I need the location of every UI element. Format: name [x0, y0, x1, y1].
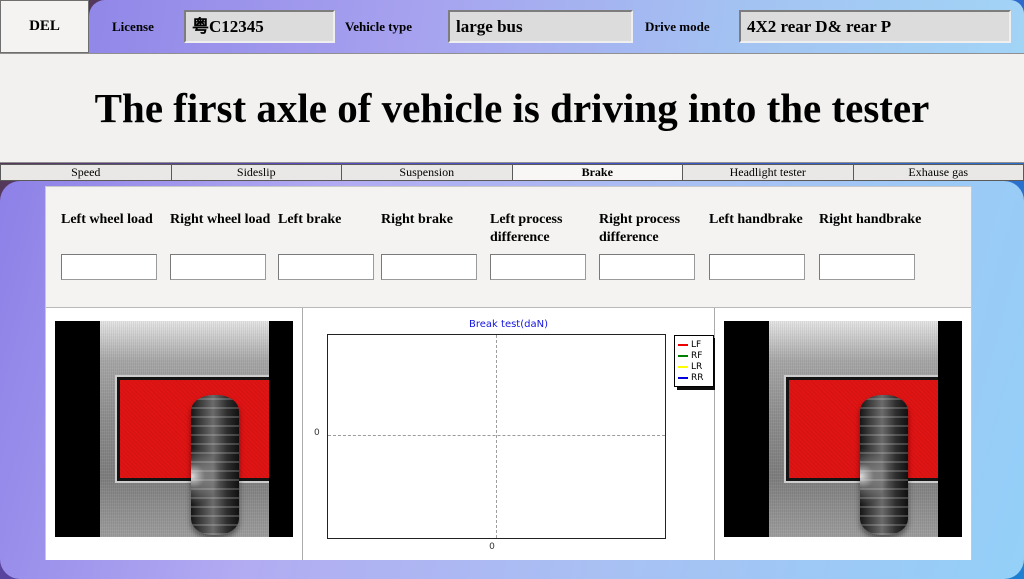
black-bar [724, 321, 769, 537]
measurement-label: Right process difference [599, 211, 703, 247]
brake-panel: Left wheel load Right wheel load Left br… [45, 186, 972, 560]
vehicle-type-label: Vehicle type [345, 0, 412, 53]
legend-item: LF [678, 339, 710, 350]
tab-exhause-gas[interactable]: Exhause gas [853, 164, 1024, 181]
legend-label: RR [691, 373, 704, 383]
chart-legend: LF RF LR RR [674, 335, 714, 387]
measurement-label: Left process difference [490, 211, 594, 247]
black-bar [269, 321, 293, 537]
license-field[interactable]: 粤C12345 [184, 10, 335, 43]
measurement-label: Right wheel load [170, 211, 274, 229]
legend-label: LR [691, 362, 702, 372]
measurement-label: Right handbrake [819, 211, 923, 229]
tab-headlight-tester[interactable]: Headlight tester [682, 164, 853, 181]
left-handbrake-input[interactable] [709, 254, 805, 280]
tab-sideslip[interactable]: Sideslip [171, 164, 342, 181]
right-handbrake-input[interactable] [819, 254, 915, 280]
license-label: License [112, 0, 154, 53]
tab-suspension[interactable]: Suspension [341, 164, 512, 181]
legend-item: RF [678, 350, 710, 361]
measurement-label: Left wheel load [61, 211, 165, 229]
left-wheel-camera-box [46, 308, 302, 560]
legend-swatch [678, 344, 688, 346]
y-axis-tick: 0 [314, 428, 320, 438]
right-wheel-load-input[interactable] [170, 254, 266, 280]
legend-item: LR [678, 361, 710, 372]
tab-brake[interactable]: Brake [512, 164, 683, 181]
legend-label: RF [691, 351, 702, 361]
right-process-difference-input[interactable] [599, 254, 695, 280]
drive-mode-label: Drive mode [645, 0, 710, 53]
left-brake-input[interactable] [278, 254, 374, 280]
right-wheel-camera-box [715, 308, 971, 560]
brake-chart: Break test(daN) 0 0 LF RF LR RR [302, 308, 715, 560]
black-bar [938, 321, 962, 537]
x-axis-tick: 0 [481, 542, 503, 552]
right-wheel-camera-image [724, 321, 962, 537]
legend-swatch [678, 377, 688, 379]
status-banner: The first axle of vehicle is driving int… [0, 53, 1024, 163]
legend-label: LF [691, 340, 701, 350]
tab-bar: Speed Sideslip Suspension Brake Headligh… [0, 164, 1024, 181]
measurement-label: Left handbrake [709, 211, 813, 229]
black-bar [55, 321, 100, 537]
status-banner-text: The first axle of vehicle is driving int… [40, 81, 985, 135]
legend-item: RR [678, 372, 710, 383]
measurement-label: Left brake [278, 211, 382, 229]
right-brake-input[interactable] [381, 254, 477, 280]
left-process-difference-input[interactable] [490, 254, 586, 280]
tab-speed[interactable]: Speed [0, 164, 171, 181]
left-wheel-load-input[interactable] [61, 254, 157, 280]
measurement-label: Right brake [381, 211, 485, 229]
legend-swatch [678, 355, 688, 357]
drive-mode-field[interactable]: 4X2 rear D& rear P [739, 10, 1011, 43]
zero-gridline-vertical [496, 335, 497, 538]
vehicle-type-field[interactable]: large bus [448, 10, 633, 43]
plot-area [327, 334, 666, 539]
tire-graphic [191, 395, 239, 535]
del-button[interactable]: DEL [0, 0, 89, 53]
measurement-area: Left wheel load Right wheel load Left br… [46, 187, 971, 308]
tire-graphic [860, 395, 908, 535]
chart-title: Break test(daN) [303, 319, 714, 330]
left-wheel-camera-image [55, 321, 293, 537]
legend-swatch [678, 366, 688, 368]
